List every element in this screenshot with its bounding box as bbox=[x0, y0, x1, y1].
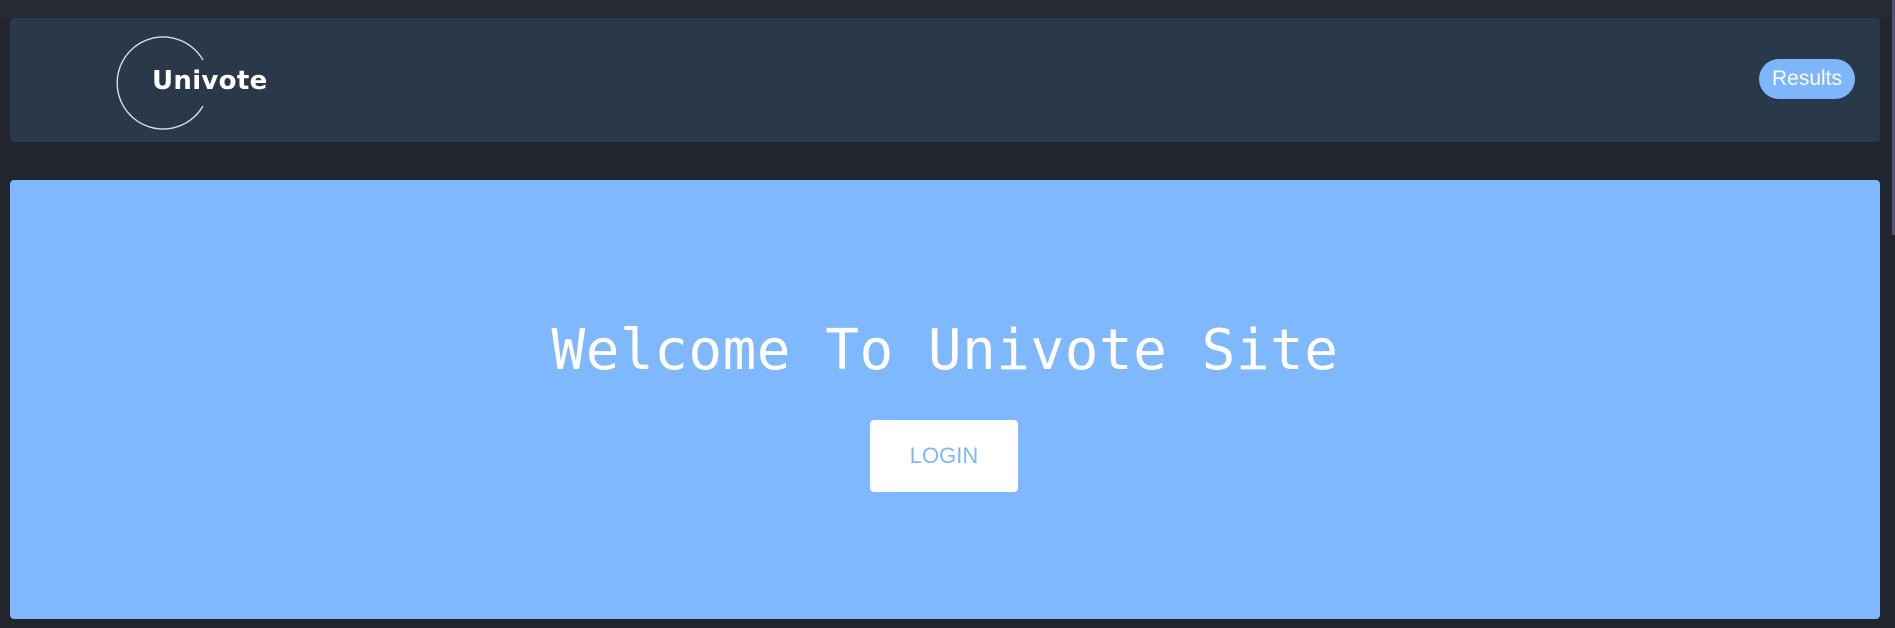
hero-section: Welcome To Univote Site LOGIN bbox=[10, 180, 1880, 619]
logo[interactable]: Univote bbox=[115, 32, 267, 132]
top-strip bbox=[0, 0, 1895, 18]
page: Univote Results Welcome To Univote Site … bbox=[0, 0, 1895, 628]
hero-title: Welcome To Univote Site bbox=[551, 318, 1339, 383]
navbar: Univote Results bbox=[10, 18, 1880, 142]
login-button[interactable]: LOGIN bbox=[870, 420, 1018, 492]
logo-text: Univote bbox=[152, 66, 268, 96]
results-button[interactable]: Results bbox=[1759, 59, 1855, 99]
